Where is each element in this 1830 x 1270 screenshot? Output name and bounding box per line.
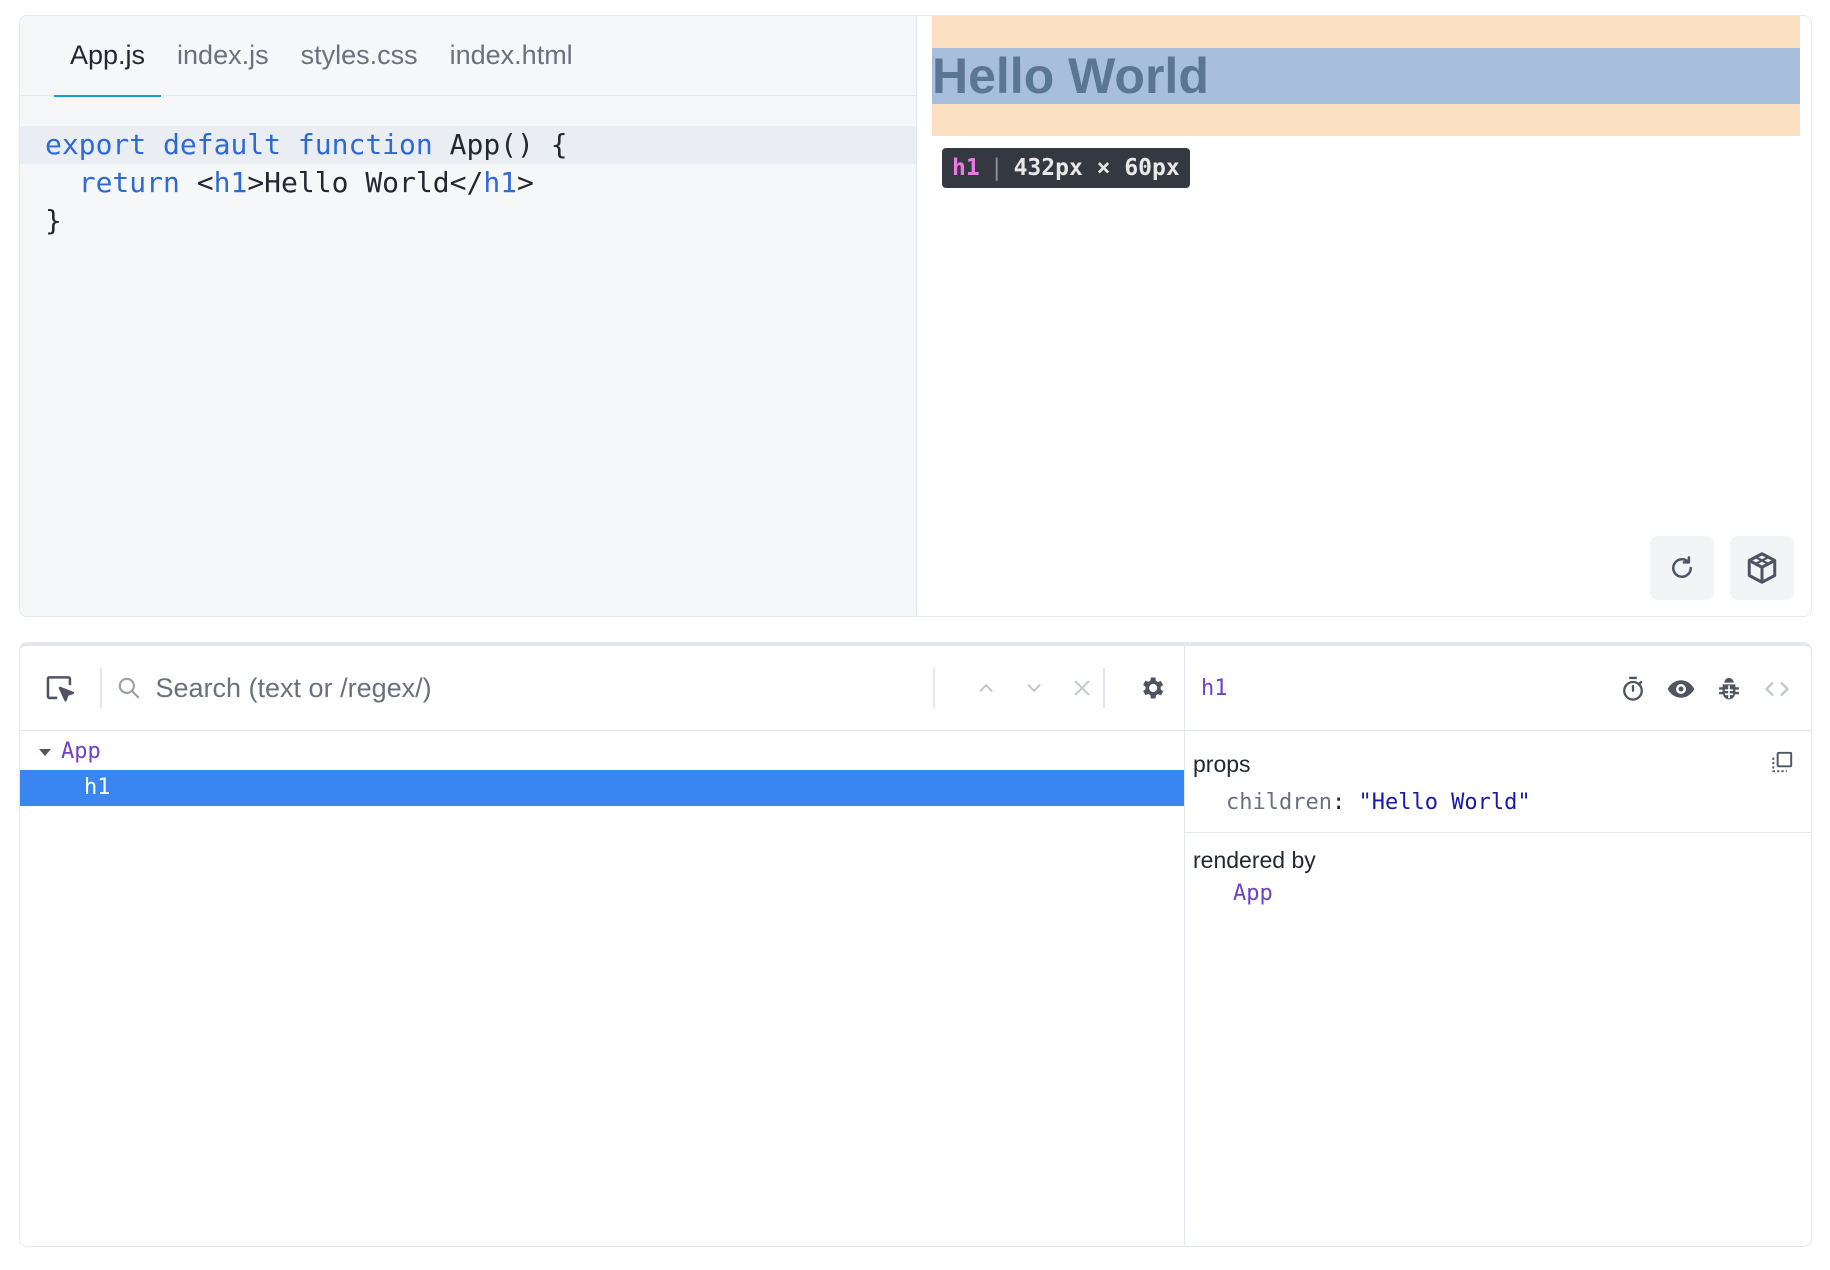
prop-key: children [1226, 790, 1332, 815]
code-line-2[interactable]: return <h1>Hello World</h1> [20, 164, 916, 202]
sandbox-panel: App.js index.js styles.css index.html ex… [19, 15, 1812, 617]
prop-colon: : [1331, 790, 1346, 815]
inspector-pane: h1 props children: "Hello World" rendere… [1185, 646, 1811, 1246]
keyword-export: export [45, 128, 147, 161]
view-source-button[interactable] [1753, 665, 1801, 713]
preview-pane: Hello World h1 | 432px × 60px [917, 16, 1811, 616]
tab-app-js[interactable]: App.js [54, 16, 162, 97]
jsx-text: >Hello World</ [247, 166, 484, 199]
code-editor: App.js index.js styles.css index.html ex… [20, 16, 917, 616]
react-devtools: App h1 h1 [19, 642, 1812, 1247]
code-line-1[interactable]: export default function App() { [20, 126, 916, 164]
search-icon-wrap [102, 658, 156, 718]
bug-icon [1719, 677, 1739, 699]
chevron-up-icon [979, 684, 993, 692]
tree-node-app[interactable]: App [20, 734, 1184, 770]
inspector-actions [1609, 646, 1801, 731]
tooltip-size: 432px × 60px [1013, 155, 1180, 181]
tooltip-tag: h1 [952, 155, 980, 181]
search-input[interactable] [155, 672, 916, 704]
chevron-down-icon [1027, 684, 1041, 692]
next-result-button[interactable] [1014, 668, 1054, 708]
rendered-by-section: rendered by App [1185, 833, 1811, 953]
prop-children[interactable]: children: "Hello World" [1226, 790, 1531, 815]
inspector-header: h1 [1185, 646, 1811, 731]
tree-node-label: App [61, 739, 101, 764]
tree-node-h1[interactable]: h1 [20, 770, 1184, 806]
props-title: props [1193, 751, 1251, 777]
selected-component-name: h1 [1201, 675, 1228, 701]
tab-styles-css[interactable]: styles.css [285, 16, 434, 95]
refresh-icon [1672, 556, 1692, 578]
search-icon [118, 677, 139, 699]
tree-toolbar [20, 646, 1184, 731]
suspend-button[interactable] [1609, 665, 1657, 713]
settings-button[interactable] [1130, 666, 1174, 710]
props-section: props children: "Hello World" [1185, 731, 1811, 833]
tree-node-label: h1 [84, 775, 111, 800]
h1-highlight-margin: Hello World [932, 16, 1800, 136]
codesandbox-icon [1747, 552, 1777, 584]
open-in-codesandbox-button[interactable] [1730, 536, 1794, 600]
component-tree-pane: App h1 [20, 646, 1185, 1246]
owner-link-app[interactable]: App [1233, 881, 1273, 906]
previous-result-button[interactable] [966, 668, 1006, 708]
inspect-element-button[interactable] [20, 658, 100, 718]
rendered-by-title: rendered by [1193, 847, 1316, 873]
keyword-function: function [297, 128, 433, 161]
tab-index-js[interactable]: index.js [161, 16, 285, 95]
keyword-default: default [163, 128, 282, 161]
function-signature: App() { [449, 128, 568, 161]
clear-search-button[interactable] [1062, 668, 1102, 708]
prop-value[interactable]: "Hello World" [1358, 790, 1530, 815]
close-icon [1074, 680, 1090, 696]
copy-props-button[interactable] [1765, 745, 1799, 779]
preview-heading[interactable]: Hello World [932, 48, 1800, 104]
stopwatch-icon [1623, 676, 1643, 701]
copy-icon [1772, 751, 1793, 773]
toolbar-divider-2 [933, 668, 935, 708]
gear-icon [1143, 677, 1164, 699]
code-line-3[interactable]: } [20, 202, 916, 240]
element-size-tooltip: h1 | 432px × 60px [942, 148, 1190, 188]
toolbar-divider-3 [1103, 668, 1105, 708]
jsx-close-gt: > [517, 166, 534, 199]
code-brackets-icon [1765, 681, 1789, 696]
tooltip-separator: | [989, 155, 1004, 181]
jsx-close-tag: h1 [483, 166, 518, 199]
jsx-open-tag: h1 [213, 166, 248, 199]
eye-icon [1667, 679, 1695, 698]
inspect-dom-button[interactable] [1657, 665, 1705, 713]
file-tabs: App.js index.js styles.css index.html [20, 16, 916, 97]
tab-index-html[interactable]: index.html [434, 16, 589, 95]
code-area[interactable]: export default function App() { return <… [20, 96, 916, 240]
refresh-button[interactable] [1650, 536, 1714, 600]
log-to-console-button[interactable] [1705, 665, 1753, 713]
jsx-open-lt: < [196, 166, 214, 199]
keyword-return: return [78, 166, 180, 199]
inspect-element-icon [46, 676, 75, 702]
